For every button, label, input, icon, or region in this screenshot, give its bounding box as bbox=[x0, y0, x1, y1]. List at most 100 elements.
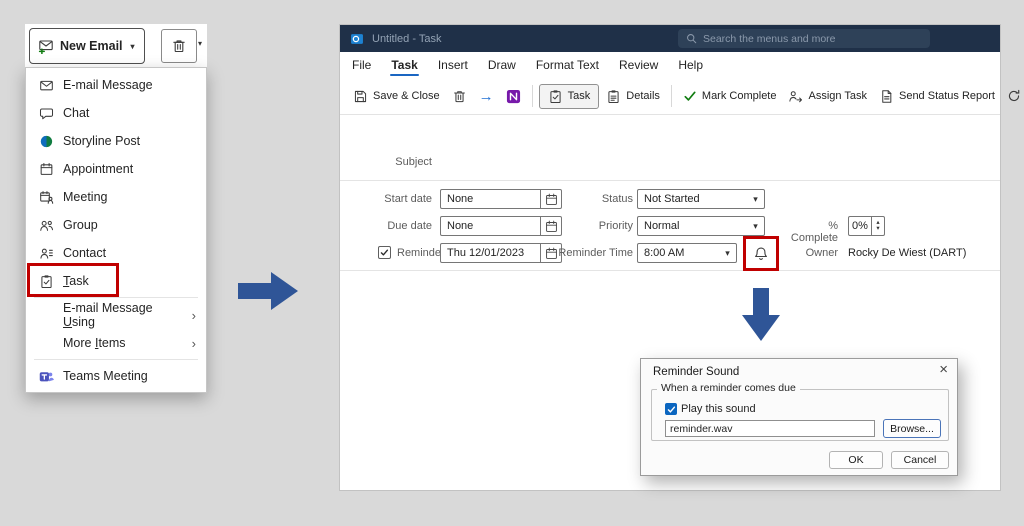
dropdown-chevron-icon[interactable]: ▾ bbox=[719, 244, 736, 262]
menu-item-appointment[interactable]: Appointment bbox=[26, 155, 206, 183]
browse-button[interactable]: Browse... bbox=[883, 419, 941, 438]
menu-item-meeting[interactable]: Meeting bbox=[26, 183, 206, 211]
tab-file[interactable]: File bbox=[342, 52, 381, 78]
start-date-value: None bbox=[441, 193, 540, 205]
reminder-checkbox[interactable] bbox=[378, 246, 391, 259]
save-close-label: Save & Close bbox=[373, 90, 440, 102]
due-date-value: None bbox=[441, 220, 540, 232]
start-date-label: Start date bbox=[348, 193, 432, 205]
cancel-label: Cancel bbox=[904, 454, 937, 466]
tab-help[interactable]: Help bbox=[668, 52, 713, 78]
submenu-arrow-icon: › bbox=[192, 309, 196, 322]
search-input[interactable] bbox=[703, 33, 922, 45]
percent-complete-value: 0% bbox=[849, 220, 871, 232]
menu-item-label: Chat bbox=[63, 106, 89, 120]
status-dropdown[interactable]: Not Started ▾ bbox=[637, 189, 765, 209]
group-icon bbox=[38, 218, 54, 233]
window-title: Untitled - Task bbox=[372, 33, 442, 45]
search-icon bbox=[686, 33, 697, 44]
menu-item-contact[interactable]: Contact bbox=[26, 239, 206, 267]
task-view-label: Task bbox=[568, 90, 591, 102]
delete-button[interactable] bbox=[161, 29, 197, 63]
status-value: Not Started bbox=[638, 193, 747, 205]
details-icon bbox=[606, 89, 621, 104]
toolbar: Save & Close → Task bbox=[340, 78, 1000, 115]
menu-item-storyline-post[interactable]: Storyline Post bbox=[26, 127, 206, 155]
toolbar-divider bbox=[671, 85, 672, 107]
tab-task[interactable]: Task bbox=[381, 52, 427, 78]
dropdown-chevron-icon[interactable]: ▾ bbox=[747, 190, 764, 208]
arrow-down-head bbox=[742, 315, 780, 341]
assign-task-button[interactable]: Assign Task bbox=[783, 84, 872, 109]
menu-item-label: More Items bbox=[63, 336, 126, 350]
chat-icon bbox=[38, 106, 54, 121]
menu-item-more-items[interactable]: More Items › bbox=[26, 329, 206, 357]
task-view-button[interactable]: Task bbox=[539, 84, 600, 109]
reminder-label: Reminder bbox=[397, 247, 445, 259]
menu-item-email-message[interactable]: E-mail Message bbox=[26, 71, 206, 99]
close-icon[interactable]: × bbox=[939, 361, 948, 379]
play-sound-checkbox[interactable] bbox=[665, 403, 677, 415]
due-date-input[interactable]: None bbox=[440, 216, 562, 236]
new-email-button[interactable]: New Email ▾ bbox=[29, 28, 145, 64]
send-status-report-button[interactable]: Send Status Report bbox=[874, 84, 1000, 109]
mark-complete-icon bbox=[683, 89, 697, 103]
sound-file-input[interactable] bbox=[665, 420, 875, 437]
new-email-label: New Email bbox=[60, 39, 123, 53]
submenu-arrow-icon: › bbox=[192, 337, 196, 350]
tab-review[interactable]: Review bbox=[609, 52, 668, 78]
onenote-button[interactable] bbox=[501, 84, 526, 109]
reminder-time-dropdown[interactable]: 8:00 AM ▾ bbox=[637, 243, 737, 263]
delete-split-chevron-icon[interactable]: ▾ bbox=[198, 39, 202, 48]
group-box-label: When a reminder comes due bbox=[657, 383, 800, 394]
menu-item-label: Task bbox=[63, 274, 89, 288]
menu-item-chat[interactable]: Chat bbox=[26, 99, 206, 127]
owner-label: Owner bbox=[780, 247, 838, 259]
dropdown-chevron-icon[interactable]: ▾ bbox=[747, 217, 764, 235]
reminder-sound-button[interactable] bbox=[748, 241, 774, 267]
trash-icon bbox=[171, 38, 187, 54]
tab-draw[interactable]: Draw bbox=[478, 52, 526, 78]
refresh-button[interactable] bbox=[1002, 84, 1024, 108]
percent-complete-stepper[interactable]: 0% ▴▾ bbox=[848, 216, 885, 236]
percent-complete-label: % Complete bbox=[780, 220, 838, 244]
details-button[interactable]: Details bbox=[601, 84, 665, 109]
menu-separator bbox=[34, 359, 198, 360]
start-date-input[interactable]: None bbox=[440, 189, 562, 209]
email-message-icon bbox=[38, 78, 54, 93]
form-divider bbox=[340, 270, 1000, 271]
tab-format-text[interactable]: Format Text bbox=[526, 52, 609, 78]
save-close-button[interactable]: Save & Close bbox=[348, 84, 445, 109]
menu-item-label: Appointment bbox=[63, 162, 133, 176]
ok-button[interactable]: OK bbox=[829, 451, 883, 469]
tutorial-canvas: New Email ▾ ▾ E-mail Message Chat Storyl… bbox=[0, 0, 1024, 526]
save-icon bbox=[353, 89, 368, 104]
mark-complete-button[interactable]: Mark Complete bbox=[678, 84, 782, 108]
details-label: Details bbox=[626, 90, 660, 102]
forward-button[interactable]: → bbox=[474, 84, 499, 109]
tab-insert[interactable]: Insert bbox=[428, 52, 478, 78]
reminder-date-value: Thu 12/01/2023 bbox=[441, 247, 540, 259]
search-box[interactable] bbox=[678, 29, 930, 48]
reminder-date-input[interactable]: Thu 12/01/2023 bbox=[440, 243, 562, 263]
ok-label: OK bbox=[848, 454, 863, 466]
menu-item-email-message-using[interactable]: E-mail Message Using › bbox=[26, 301, 206, 329]
menu-item-label: Storyline Post bbox=[63, 134, 140, 148]
delete-item-button[interactable] bbox=[447, 84, 472, 109]
menu-item-teams-meeting[interactable]: Teams Meeting bbox=[26, 362, 206, 390]
menu-item-group[interactable]: Group bbox=[26, 211, 206, 239]
arrow-right-head bbox=[271, 272, 298, 310]
chevron-down-icon: ▾ bbox=[131, 42, 135, 51]
spinner-icon[interactable]: ▴▾ bbox=[871, 217, 884, 235]
arrow-down bbox=[753, 288, 769, 315]
priority-dropdown[interactable]: Normal ▾ bbox=[637, 216, 765, 236]
mark-complete-label: Mark Complete bbox=[702, 90, 777, 102]
send-status-report-label: Send Status Report bbox=[899, 90, 995, 102]
play-sound-label: Play this sound bbox=[681, 403, 756, 416]
outlook-icon bbox=[350, 32, 364, 46]
menu-item-label: Teams Meeting bbox=[63, 369, 148, 383]
cancel-button[interactable]: Cancel bbox=[891, 451, 949, 469]
priority-label: Priority bbox=[555, 220, 633, 232]
menubar: File Task Insert Draw Format Text Review… bbox=[340, 52, 1000, 78]
menu-item-task[interactable]: Task bbox=[26, 267, 206, 295]
